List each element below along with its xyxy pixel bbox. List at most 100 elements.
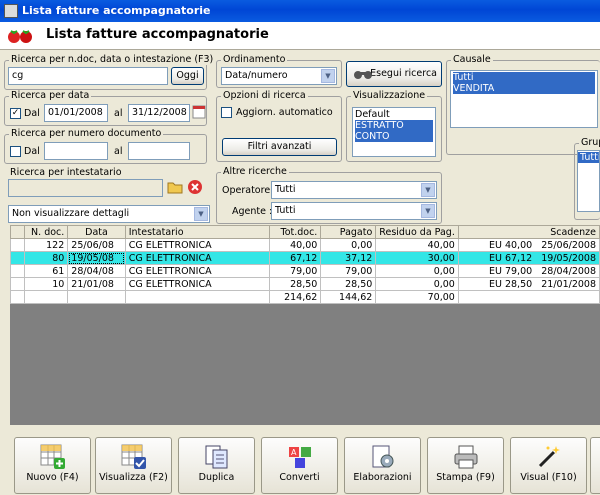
cell-residual: 0,00: [375, 264, 459, 278]
display-item-default[interactable]: Default: [355, 109, 433, 120]
agent-label: Agente :: [232, 206, 273, 217]
cell-residual: 0,00: [375, 277, 459, 291]
operator-select[interactable]: Tutti ▼: [271, 181, 437, 199]
chevron-down-icon[interactable]: ▼: [194, 207, 208, 221]
calendar-icon[interactable]: [192, 104, 206, 120]
date-from-label: Dal: [24, 108, 40, 119]
duplicate-button[interactable]: Duplica: [178, 437, 255, 494]
table-row-selected[interactable]: 80 19/05/08 CG ELETTRONICA 67,12 37,12 3…: [10, 251, 600, 265]
duplicate-button-label: Duplica: [198, 472, 235, 483]
view-grid-icon: [121, 444, 146, 469]
date-from-checkbox[interactable]: ✓: [10, 108, 21, 119]
residual-sum: 70,00: [375, 290, 459, 304]
group-item-tutti[interactable]: Tutti: [578, 152, 599, 163]
folder-icon[interactable]: [167, 179, 183, 195]
duplicate-icon: [205, 445, 227, 469]
print-button[interactable]: Stampa (F9): [427, 437, 504, 494]
new-button[interactable]: Nuovo (F4): [14, 437, 91, 494]
column-header[interactable]: Data: [67, 225, 126, 239]
processing-button[interactable]: Elaborazioni: [344, 437, 421, 494]
invoice-table: N. doc. Data Intestatario Tot.doc. Pagat…: [10, 225, 600, 425]
date-from-field[interactable]: 01/01/2008: [44, 104, 108, 122]
invoice-table-grid: N. doc. Data Intestatario Tot.doc. Pagat…: [10, 225, 600, 304]
chevron-down-icon[interactable]: ▼: [421, 183, 435, 197]
details-select[interactable]: Non visualizzare dettagli ▼: [8, 205, 210, 223]
ordering-value: Data/numero: [225, 70, 288, 81]
visual-button-label: Visual (F10): [520, 472, 577, 483]
chevron-down-icon[interactable]: ▼: [321, 69, 335, 83]
due-date: 21/01/2008: [541, 278, 596, 290]
chevron-down-icon[interactable]: ▼: [421, 204, 435, 218]
owner-search-label: Ricerca per intestatario: [10, 167, 122, 178]
page-title: Lista fatture accompagnatorie: [46, 27, 269, 42]
details-select-value: Non visualizzare dettagli: [12, 208, 130, 219]
toolbar-overflow-button[interactable]: [590, 437, 600, 494]
view-button[interactable]: Visualizza (F2): [95, 437, 172, 494]
svg-text:A: A: [291, 448, 297, 457]
new-grid-icon: [40, 444, 65, 469]
due-amount: EU 79,00: [488, 265, 533, 277]
table-row[interactable]: 10 21/01/08 CG ELETTRONICA 28,50 28,50 0…: [10, 277, 600, 291]
table-row[interactable]: 61 28/04/08 CG ELETTRONICA 79,00 79,00 0…: [10, 264, 600, 278]
today-button[interactable]: Oggi: [171, 67, 204, 85]
agent-select[interactable]: Tutti ▼: [271, 202, 437, 220]
row-selector-header: [10, 225, 25, 239]
row-selector[interactable]: [10, 264, 25, 278]
search-group-label: Ricerca per n.doc, data o intestazione (…: [9, 54, 216, 65]
due-amount: EU 67,12: [488, 252, 533, 264]
agent-value: Tutti: [275, 205, 296, 216]
owner-field[interactable]: [8, 179, 163, 197]
cell-total: 67,12: [268, 251, 322, 265]
cell-owner: CG ELETTRONICA: [124, 277, 270, 291]
causale-item-vendita[interactable]: VENDITA: [453, 83, 595, 94]
date-to-field[interactable]: 31/12/2008: [128, 104, 190, 122]
display-list[interactable]: Default ESTRATTO CONTO: [352, 107, 436, 157]
column-header[interactable]: Tot.doc.: [268, 225, 322, 239]
cell-date: 21/01/08: [67, 277, 126, 291]
operator-value: Tutti: [275, 184, 296, 195]
due-amount: EU 40,00: [488, 239, 533, 251]
other-searches-label: Altre ricerche: [221, 166, 289, 177]
display-label: Visualizzazione: [351, 90, 428, 101]
table-header-row: N. doc. Data Intestatario Tot.doc. Pagat…: [10, 225, 600, 239]
paid-sum: 144,62: [320, 290, 377, 304]
cell-num: 80: [23, 251, 69, 265]
causale-list[interactable]: Tutti VENDITA: [450, 70, 598, 128]
display-item-estratto-conto[interactable]: ESTRATTO CONTO: [355, 120, 433, 142]
column-header[interactable]: Intestatario: [124, 225, 270, 239]
cell-date: 19/05/08: [67, 251, 126, 265]
column-header[interactable]: N. doc.: [23, 225, 69, 239]
cell-empty: [457, 290, 600, 304]
row-selector[interactable]: [10, 238, 25, 252]
causale-label: Causale: [451, 54, 493, 65]
number-to-field[interactable]: [128, 142, 190, 160]
visual-button[interactable]: Visual (F10): [510, 437, 587, 494]
number-from-field[interactable]: [44, 142, 108, 160]
cell-owner: CG ELETTRONICA: [124, 238, 270, 252]
column-header[interactable]: Pagato: [320, 225, 377, 239]
advanced-filters-button[interactable]: Filtri avanzati: [222, 138, 337, 156]
due-date: 25/06/2008: [541, 239, 596, 251]
causale-item-tutti[interactable]: Tutti: [453, 72, 595, 83]
column-header[interactable]: Residuo da Pag.: [375, 225, 459, 239]
clear-icon[interactable]: [187, 179, 203, 195]
cell-total: 79,00: [268, 264, 322, 278]
row-selector[interactable]: [10, 277, 25, 291]
search-input[interactable]: cg: [8, 67, 168, 85]
cell-due: EU 67,12 19/05/2008: [457, 251, 600, 265]
table-row[interactable]: 122 25/06/08 CG ELETTRONICA 40,00 0,00 4…: [10, 238, 600, 252]
row-selector[interactable]: [10, 251, 25, 265]
column-header[interactable]: Scadenze: [457, 225, 600, 239]
group-list[interactable]: Tutti: [577, 150, 600, 212]
date-search-label: Ricerca per data: [9, 90, 92, 101]
totals-row: 214,62 144,62 70,00: [10, 290, 600, 304]
number-from-checkbox[interactable]: [10, 146, 21, 157]
run-search-button[interactable]: Esegui ricerca: [346, 61, 442, 87]
window-title: Lista fatture accompagnatorie: [22, 4, 211, 17]
convert-button[interactable]: A Converti: [261, 437, 338, 494]
cell-empty: [124, 290, 270, 304]
auto-update-checkbox[interactable]: [221, 107, 232, 118]
due-date: 28/04/2008: [541, 265, 596, 277]
ordering-select[interactable]: Data/numero ▼: [221, 67, 337, 85]
app-icon: [4, 4, 18, 18]
